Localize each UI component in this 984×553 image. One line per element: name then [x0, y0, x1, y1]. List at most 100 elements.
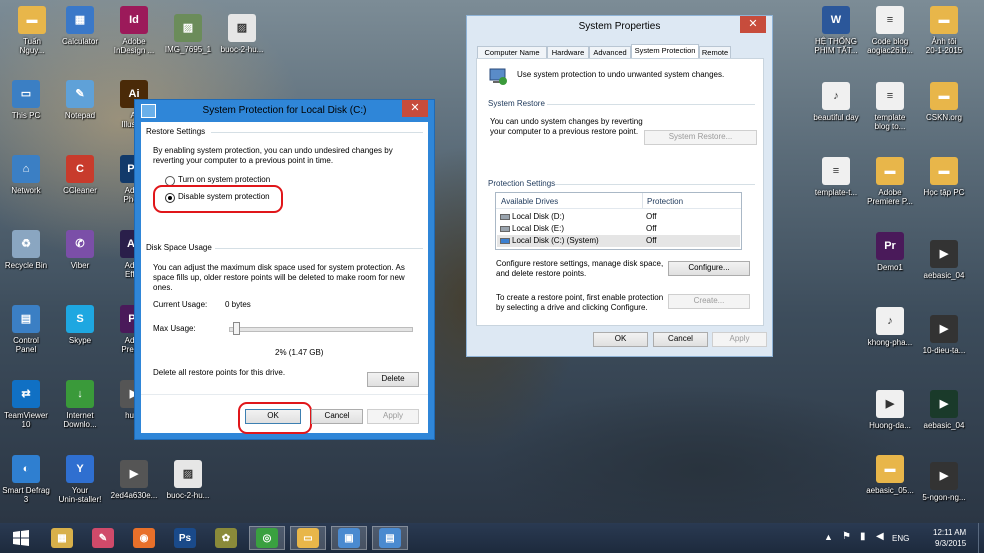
- drive-name: Local Disk (E:): [512, 224, 565, 233]
- desktop-icon[interactable]: ▬ aebasic_05...: [860, 455, 920, 495]
- chrome-icon[interactable]: ◎: [249, 526, 285, 550]
- photoshop-icon[interactable]: Ps: [167, 526, 203, 550]
- document-icon: ≡: [876, 82, 904, 110]
- close-button[interactable]: ✕: [402, 100, 428, 117]
- desktop-icon[interactable]: C CCleaner: [50, 155, 110, 195]
- desktop-icon[interactable]: Pr Demo1: [860, 232, 920, 272]
- system-restore-button[interactable]: System Restore...: [644, 130, 757, 145]
- desktop-icon[interactable]: ⌂ Network: [0, 155, 56, 195]
- file-explorer-icon[interactable]: ▦: [44, 526, 80, 550]
- system-properties-titlebar[interactable]: System Properties ✕: [467, 16, 772, 38]
- drive-row[interactable]: Local Disk (D:) Off: [497, 211, 740, 223]
- drive-row[interactable]: Local Disk (C:) (System) Off: [497, 235, 740, 247]
- desktop-icon[interactable]: ▬ Học tập PC: [914, 157, 974, 197]
- document-icon: ≡: [876, 6, 904, 34]
- protection-settings-header: Protection Settings: [488, 179, 556, 188]
- start-button[interactable]: [6, 528, 36, 548]
- system-protection-dialog: System Protection for Local Disk (C:) ✕ …: [134, 99, 435, 440]
- desktop-icon[interactable]: ▭ This PC: [0, 80, 56, 120]
- desktop-icon[interactable]: ▶ 2ed4a630e...: [104, 460, 164, 500]
- desktop-icon[interactable]: ▨ IMG_7695_1: [158, 14, 218, 54]
- video-icon: ▶: [930, 240, 958, 268]
- firefox-icon[interactable]: ◉: [126, 526, 162, 550]
- drives-list[interactable]: Available Drives Protection Local Disk (…: [495, 192, 742, 250]
- desktop-icon[interactable]: ▬ Ảnh tôi 20-1-2015: [914, 6, 974, 55]
- desktop-icon[interactable]: ▤ Control Panel: [0, 305, 56, 354]
- paint-palette-icon[interactable]: ✿: [208, 526, 244, 550]
- divider: [215, 248, 423, 249]
- folder-icon: ▬: [876, 455, 904, 483]
- volume-icon[interactable]: ◀: [876, 531, 884, 542]
- delete-button[interactable]: Delete: [367, 372, 419, 387]
- desktop-icon-label: Ảnh tôi 20-1-2015: [925, 37, 963, 55]
- drive-row[interactable]: Local Disk (E:) Off: [497, 223, 740, 235]
- desktop-icon[interactable]: ▨ buoc-2-hu...: [212, 14, 272, 54]
- network-tray-icon[interactable]: ▮: [860, 531, 866, 542]
- desktop-icon[interactable]: ▶ Huong-da...: [860, 390, 920, 430]
- max-usage-slider[interactable]: [229, 322, 413, 336]
- flag-icon[interactable]: ⚑: [842, 531, 851, 542]
- video-icon: ▶: [876, 390, 904, 418]
- show-desktop-button[interactable]: [978, 523, 984, 553]
- language-indicator[interactable]: ENG: [892, 534, 909, 543]
- ok-button[interactable]: OK: [593, 332, 648, 347]
- desktop-icon[interactable]: ▶ 5-ngon-ng...: [914, 462, 974, 502]
- create-button[interactable]: Create...: [668, 294, 750, 309]
- apply-button[interactable]: Apply: [367, 409, 419, 424]
- header-divider: [496, 208, 741, 209]
- show-hidden-icons[interactable]: ▲: [824, 532, 833, 542]
- paint-icon[interactable]: ✎: [85, 526, 121, 550]
- desktop-icon[interactable]: ▶ aebasic_04: [914, 240, 974, 280]
- folder-icon[interactable]: ▭: [290, 526, 326, 550]
- tab-computer-name[interactable]: Computer Name: [477, 46, 547, 58]
- taskbar-app-glyph: ✎: [92, 528, 114, 548]
- desktop-icon[interactable]: ♻ Recycle Bin: [0, 230, 56, 270]
- clock-date[interactable]: 9/3/2015: [935, 539, 966, 548]
- desktop-icon[interactable]: W HỆ THỐNG PHIM TẤT...: [806, 6, 866, 55]
- slider-thumb[interactable]: [232, 322, 240, 335]
- tab-advanced[interactable]: Advanced: [589, 46, 631, 58]
- cancel-button[interactable]: Cancel: [653, 332, 708, 347]
- system-tray: ▲ ⚑ ▮ ◀ ENG 12:11 AM 9/3/2015: [820, 523, 984, 553]
- tab-system-protection[interactable]: System Protection: [631, 44, 699, 58]
- desktop-icon[interactable]: ♪ khong-pha...: [860, 307, 920, 347]
- desktop-icon[interactable]: ▦ Calculator: [50, 6, 110, 46]
- image-icon: ▨: [228, 14, 256, 42]
- close-button[interactable]: ✕: [740, 16, 766, 33]
- desktop-icon[interactable]: ≡ template blog to...: [860, 82, 920, 131]
- cancel-button[interactable]: Cancel: [311, 409, 363, 424]
- protection-dialog-icon: [141, 104, 156, 118]
- skype-icon: S: [66, 305, 94, 333]
- dialog-titlebar[interactable]: System Protection for Local Disk (C:) ✕: [135, 100, 434, 122]
- tab-remote[interactable]: Remote: [699, 46, 731, 58]
- desktop-icon[interactable]: ≡ template-t...: [806, 157, 866, 197]
- drive-protection: Off: [646, 212, 657, 221]
- clock-time[interactable]: 12:11 AM: [933, 528, 966, 537]
- system-protection-icon[interactable]: ▤: [372, 526, 408, 550]
- system-properties-icon[interactable]: ▣: [331, 526, 367, 550]
- desktop-icon[interactable]: ▶ 10-dieu-ta...: [914, 315, 974, 355]
- desktop-icon[interactable]: ▶ aebasic_04: [914, 390, 974, 430]
- desktop-icon[interactable]: ⇄ TeamViewer 10: [0, 380, 56, 429]
- taskbar-app-glyph: Ps: [174, 528, 196, 548]
- desktop-icon[interactable]: Id Adobe InDesign ...: [104, 6, 164, 55]
- apply-button[interactable]: Apply: [712, 332, 767, 347]
- configure-button[interactable]: Configure...: [668, 261, 750, 276]
- desktop-icon[interactable]: ✎ Notepad: [50, 80, 110, 120]
- drive-icon: [500, 214, 510, 220]
- desktop-icon[interactable]: ▬ CSKN.org: [914, 82, 974, 122]
- desktop-icon[interactable]: ≡ Code blog aogiac26.b...: [860, 6, 920, 55]
- desktop-icon[interactable]: ✆ Viber: [50, 230, 110, 270]
- desktop-icon[interactable]: S Skype: [50, 305, 110, 345]
- desktop-icon[interactable]: ↓ Internet Downlo...: [50, 380, 110, 429]
- turn-on-label: Turn on system protection: [178, 175, 271, 184]
- desktop-icon-label: aebasic_04: [923, 421, 965, 430]
- restore-text: You can undo system changes by reverting…: [490, 117, 643, 136]
- desktop-icon[interactable]: ▨ buoc-2-hu...: [158, 460, 218, 500]
- tab-hardware[interactable]: Hardware: [547, 46, 589, 58]
- desktop-icon[interactable]: Y Your Unin-staller!: [50, 455, 110, 504]
- desktop-icon[interactable]: ▬ Adobe Premiere P...: [860, 157, 920, 206]
- desktop-icon[interactable]: ♪ beautiful day: [806, 82, 866, 122]
- desktop-icon[interactable]: ◐ Smart Defrag 3: [0, 455, 56, 504]
- restore-settings-header: Restore Settings: [146, 127, 206, 136]
